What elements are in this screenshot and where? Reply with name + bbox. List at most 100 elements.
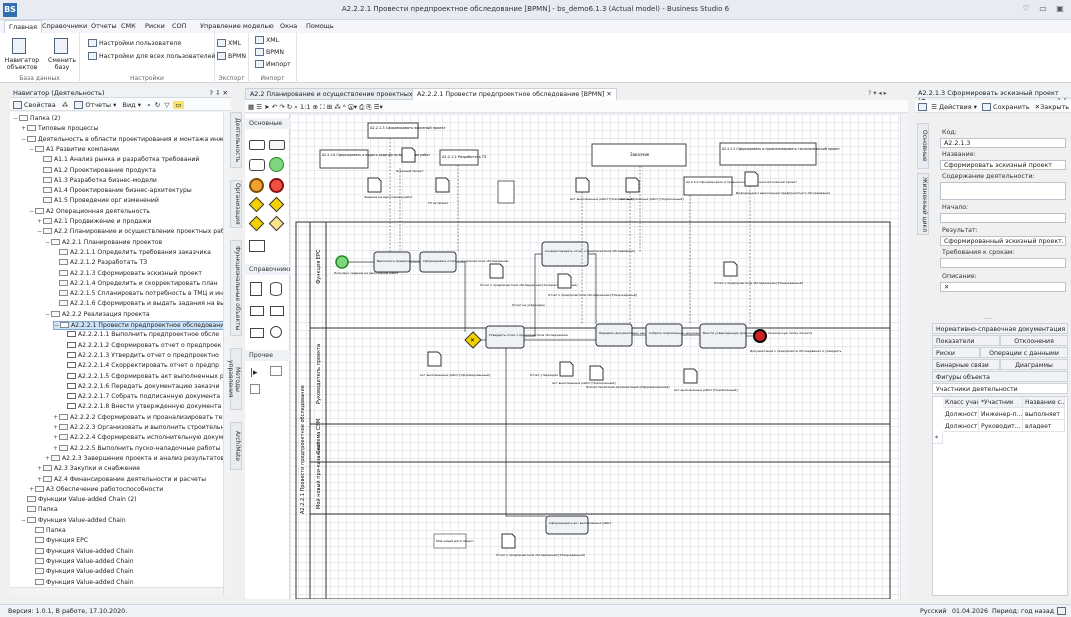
deadline-field[interactable] <box>940 258 1066 268</box>
refresh-icon[interactable]: ↻ <box>287 103 292 111</box>
tree-node[interactable]: A2.2.2.1.4 Скорректировать отчет о предп… <box>61 362 219 369</box>
tree-node[interactable]: A2.2.2.1.2 Сформировать отчет о предпрое… <box>61 341 221 349</box>
save-button[interactable]: Сохранить <box>993 103 1030 111</box>
document-shape[interactable] <box>559 361 574 377</box>
refresh-icon[interactable]: ↻ <box>155 101 160 109</box>
grid-icon[interactable]: ▦ <box>248 103 254 111</box>
tree-node[interactable]: A2.2.1.3 Сформировать эскизный проект <box>53 269 202 277</box>
doc-tab-controls[interactable]: ? ▾ ◂ ▸ <box>868 90 887 97</box>
tree-node[interactable]: + A3 Обеспечение работоспособности <box>29 485 163 493</box>
tree-node[interactable]: A2.2.2.1.3 Утвердить отчет о предпроектн… <box>61 351 219 359</box>
exclusive-gateway-icon[interactable] <box>248 196 265 213</box>
filter-icon[interactable]: ▽ <box>164 101 169 109</box>
description-clear-icon[interactable]: ✕ <box>944 284 949 291</box>
grid-cell[interactable]: Руководит... <box>979 421 1023 432</box>
export-bpmn-button[interactable]: BPMN <box>217 52 246 60</box>
pointer-icon[interactable]: ➤ <box>264 103 269 111</box>
tree-node[interactable]: A2.2.1.1 Определить требования заказчика <box>53 248 211 256</box>
tree-node[interactable]: A2.2.2.1.1 Выполнить предпроектное обсле <box>61 331 219 338</box>
tree-node[interactable]: + A2.2.3 Завершение проекта и анализ резу… <box>45 454 223 462</box>
fit-icon[interactable]: ⛶ <box>320 103 325 111</box>
print-preview-icon[interactable]: ⎘ <box>366 103 371 111</box>
note-shape-icon[interactable] <box>270 366 282 376</box>
text-annotation-icon[interactable] <box>250 306 264 316</box>
grid-cell[interactable]: владеет <box>1023 421 1065 432</box>
change-db-button[interactable]: Сменить базу <box>46 57 78 71</box>
tree-node[interactable]: − Папка (2) <box>13 115 60 122</box>
actions-button[interactable]: Действия ▾ <box>939 103 977 111</box>
grid-cell[interactable]: Должность <box>943 421 979 432</box>
code-field[interactable]: A2.2.1.3 <box>940 138 1066 148</box>
menu-risks[interactable]: Риски <box>145 22 165 30</box>
grid-cell[interactable]: Должность <box>943 409 979 420</box>
close-button[interactable]: Закрыть <box>1040 103 1069 111</box>
tree-node[interactable]: − A2.2 Планирование и осуществление проек… <box>37 228 223 235</box>
tab-participants[interactable]: Участники деятельности <box>932 383 1068 394</box>
export-xml-button[interactable]: XML <box>217 39 241 47</box>
tab-normative-docs[interactable]: Нормативно-справочная документация <box>932 323 1068 334</box>
tree-node[interactable]: Папка <box>21 506 58 513</box>
undo-icon[interactable]: ↶ <box>272 103 277 111</box>
zoom-100-icon[interactable]: 1:1 <box>300 103 310 111</box>
diagram-canvas[interactable]: A2.2.2.1 Провести предпроектное обследов… <box>290 114 908 599</box>
bpmn-task[interactable] <box>485 325 525 349</box>
tree-node[interactable]: − Деятельность в области проектирования и… <box>21 135 223 143</box>
tree-node[interactable]: Функция Value-added Chain <box>29 568 134 575</box>
document-shape[interactable] <box>427 351 442 367</box>
maximize-button[interactable]: ▣ <box>1054 4 1066 15</box>
tree-node[interactable]: A1.5 Проведение орг изменений <box>37 197 159 204</box>
side-tab[interactable]: Методы управления <box>227 348 242 410</box>
tab-risks[interactable]: Риски <box>932 347 980 358</box>
complex-gateway-icon[interactable] <box>268 215 285 232</box>
tab-bpmn-diagram[interactable]: A2.2.2.1 Провести предпроектное обследов… <box>412 88 617 100</box>
grid-cell[interactable]: Инженер-п... <box>979 409 1023 420</box>
splitter-dots[interactable]: .... <box>984 314 992 321</box>
tree-node[interactable]: A2.2.2.1.7 Собрать подписанную документа <box>61 393 220 400</box>
subprocess-shape-icon[interactable] <box>269 140 285 150</box>
text-style-icon[interactable]: ᴬ <box>343 103 346 111</box>
end-event[interactable] <box>753 329 767 343</box>
layout-icon[interactable]: ⁂ <box>334 103 341 111</box>
tree-node[interactable]: − A2.2.1 Планирование проектов <box>45 238 162 246</box>
tree-node[interactable]: A2.2.2.1.8 Внести утвержденную документа <box>61 403 221 410</box>
menu-home[interactable]: Главная <box>4 20 43 33</box>
locate-icon[interactable]: ⌕ <box>147 101 151 109</box>
tree-node[interactable]: A2.2.2.1.5 Сформировать акт выполненных … <box>61 372 223 380</box>
tree-node[interactable]: Папка <box>29 527 66 534</box>
side-tab[interactable]: Функциональные объекты <box>230 240 242 336</box>
tree-node[interactable]: + Типовые процессы <box>21 125 98 132</box>
tab-indicators[interactable]: Показатели <box>932 335 1000 346</box>
import-bpmn-button[interactable]: BPMN <box>255 48 284 56</box>
tree-hscrollbar[interactable] <box>10 587 223 595</box>
document-shape[interactable] <box>401 147 416 163</box>
reports-button[interactable]: Отчеты ▾ <box>85 101 116 109</box>
tab-binary-links[interactable]: Бинарные связи <box>932 359 1000 370</box>
tab-diagrams[interactable]: Диаграммы <box>1000 359 1068 370</box>
start-event-icon[interactable] <box>269 157 284 172</box>
help-icon[interactable]: ♡ <box>1020 4 1032 15</box>
palette-other-header[interactable]: Прочее <box>245 350 290 361</box>
navigator-button[interactable]: Навигатор объектов <box>2 57 42 71</box>
language-status[interactable]: Русский <box>920 608 946 615</box>
tree-node[interactable]: Функция EPC <box>29 537 88 544</box>
close-icon[interactable]: ✕ <box>606 91 611 98</box>
all-users-settings-button[interactable]: Настройки для всех пользователей <box>88 52 215 60</box>
tree-node[interactable]: + A2.2.2.4 Сформировать исполнительную до… <box>53 434 223 441</box>
document-shape[interactable] <box>625 177 640 193</box>
tree-node[interactable]: − A1 Развитие компании <box>29 145 119 153</box>
tree-node[interactable]: A1.2 Проектирование продукта <box>37 166 156 174</box>
tab-object-shapes[interactable]: Фигуры объекта <box>932 371 1068 382</box>
tree-node[interactable]: + A2.2.2.2 Сформировать и проанализироват… <box>53 413 223 421</box>
canvas-vscrollbar[interactable] <box>900 114 908 599</box>
tree-node[interactable]: A2.2.1.5 Спланировать потребность в ТМЦ … <box>53 290 223 297</box>
menu-qms[interactable]: СМК <box>121 22 136 30</box>
tree-node[interactable]: − A2 Операционная деятельность <box>29 207 150 215</box>
flow-arrow-icon[interactable]: |▸ <box>250 368 258 378</box>
document-shape[interactable] <box>589 365 604 381</box>
datastore-shape-icon[interactable] <box>270 282 282 296</box>
side-tab[interactable]: Организация <box>230 180 242 228</box>
period-status[interactable]: Период: год назад <box>992 608 1054 615</box>
tree-node[interactable]: + A2.1 Продвижение и продажи <box>37 218 152 225</box>
document-shape[interactable] <box>723 261 738 277</box>
menu-icon[interactable]: ☰▾ <box>374 103 383 111</box>
